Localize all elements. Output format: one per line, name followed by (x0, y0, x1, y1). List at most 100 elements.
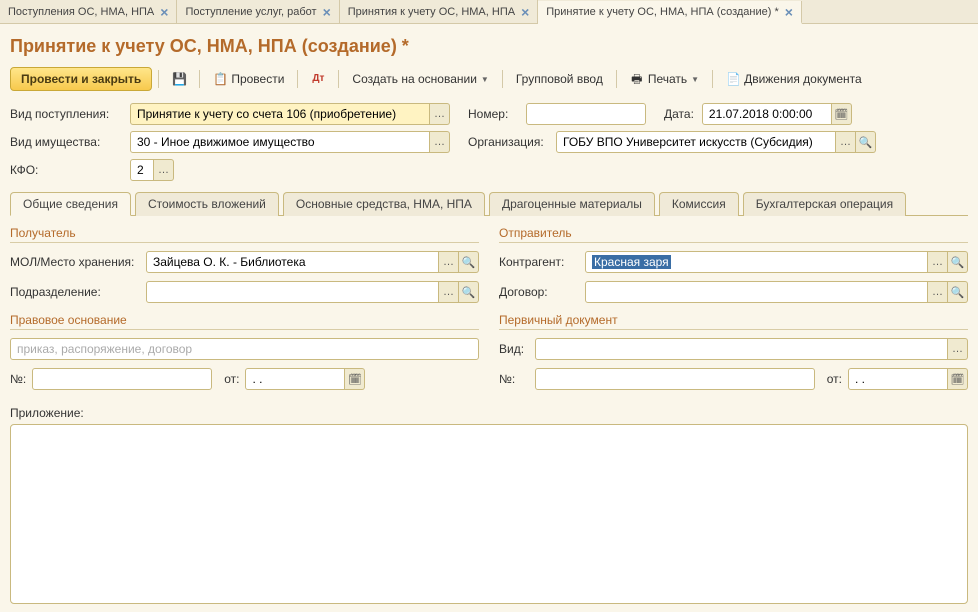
org-label: Организация: (468, 135, 548, 149)
select-button[interactable]: … (948, 338, 968, 360)
dogovor-label: Договор: (499, 285, 579, 299)
select-button[interactable]: … (836, 131, 856, 153)
legal-ot-label: от: (224, 372, 239, 386)
close-icon[interactable]: × (521, 4, 529, 20)
tab-item[interactable]: Принятия к учету ОС, НМА, НПА × (340, 0, 539, 23)
kfo-input[interactable] (130, 159, 154, 181)
select-button[interactable]: … (928, 281, 948, 303)
vid-postupleniya-label: Вид поступления: (10, 107, 122, 121)
vid-imushestva-label: Вид имущества: (10, 135, 122, 149)
chevron-down-icon: ▼ (481, 75, 489, 84)
group-input-label: Групповой ввод (516, 72, 603, 86)
calendar-icon: 🗓 (348, 373, 362, 386)
calendar-button[interactable]: 🗓 (948, 368, 968, 390)
dogovor-input[interactable] (585, 281, 928, 303)
calendar-button[interactable]: 🗓 (345, 368, 365, 390)
legal-num-input[interactable] (32, 368, 212, 390)
mol-label: МОЛ/Место хранения: (10, 255, 140, 269)
legal-group: Правовое основание (10, 313, 479, 330)
kfo-label: КФО: (10, 163, 122, 177)
vid-imushestva-input[interactable] (130, 131, 430, 153)
group-input-button[interactable]: Групповой ввод (509, 68, 610, 90)
print-label: Печать (648, 72, 687, 86)
close-icon[interactable]: × (160, 4, 168, 20)
calendar-icon: 🗓 (834, 108, 848, 121)
inner-tab-commission[interactable]: Комиссия (659, 192, 739, 216)
close-icon[interactable]: × (785, 4, 793, 20)
post-icon: 📋 (213, 72, 227, 86)
open-button[interactable]: 🔍 (856, 131, 876, 153)
primary-ot-label: от: (827, 372, 842, 386)
tab-item-active[interactable]: Принятие к учету ОС, НМА, НПА (создание)… (538, 1, 802, 24)
post-label: Провести (231, 72, 284, 86)
magnifier-icon: 🔍 (951, 286, 965, 299)
separator (297, 70, 298, 88)
select-button[interactable]: … (430, 131, 450, 153)
close-icon[interactable]: × (323, 4, 331, 20)
chevron-down-icon: ▼ (691, 75, 699, 84)
org-input[interactable] (556, 131, 836, 153)
primary-num-input[interactable] (535, 368, 815, 390)
separator (338, 70, 339, 88)
post-and-close-button[interactable]: Провести и закрыть (10, 67, 152, 91)
calendar-button[interactable]: 🗓 (832, 103, 852, 125)
mol-input[interactable] (146, 251, 439, 273)
select-button[interactable]: … (928, 251, 948, 273)
kontr-input-value[interactable]: Красная заря (592, 255, 671, 269)
primary-date-input[interactable] (848, 368, 948, 390)
magnifier-icon: 🔍 (859, 136, 873, 149)
inner-tab-precious[interactable]: Драгоценные материалы (489, 192, 655, 216)
calendar-icon: 🗓 (951, 373, 965, 386)
magnifier-icon: 🔍 (462, 286, 476, 299)
primary-doc-group: Первичный документ (499, 313, 968, 330)
inner-tab-assets[interactable]: Основные средства, НМА, НПА (283, 192, 485, 216)
magnifier-icon: 🔍 (462, 256, 476, 269)
select-button[interactable]: … (154, 159, 174, 181)
dtkt-icon: Дт (311, 72, 325, 86)
open-button[interactable]: 🔍 (459, 251, 479, 273)
recipient-group: Получатель (10, 226, 479, 243)
tab-label: Поступление услуг, работ (185, 6, 316, 18)
primary-num-label: №: (499, 372, 529, 386)
kontr-label: Контрагент: (499, 255, 579, 269)
tab-label: Принятие к учету ОС, НМА, НПА (создание)… (546, 6, 779, 18)
separator (502, 70, 503, 88)
tab-label: Принятия к учету ОС, НМА, НПА (348, 6, 515, 18)
select-button[interactable]: … (439, 281, 459, 303)
separator (158, 70, 159, 88)
post-button[interactable]: 📋 Провести (206, 68, 291, 90)
open-button[interactable]: 🔍 (948, 281, 968, 303)
movements-button[interactable]: 📄 Движения документа (719, 68, 869, 90)
inner-tab-accounting[interactable]: Бухгалтерская операция (743, 192, 906, 216)
printer-icon: 🖶 (630, 72, 644, 86)
separator (712, 70, 713, 88)
podr-input[interactable] (146, 281, 439, 303)
save-button[interactable]: 💾 (165, 68, 193, 90)
nomer-input[interactable] (526, 103, 646, 125)
tab-item[interactable]: Поступление услуг, работ × (177, 0, 339, 23)
date-input[interactable] (702, 103, 832, 125)
separator (616, 70, 617, 88)
primary-vid-input[interactable] (535, 338, 948, 360)
separator (199, 70, 200, 88)
select-button[interactable]: … (430, 103, 450, 125)
create-based-button[interactable]: Создать на основании ▼ (345, 68, 495, 90)
create-based-label: Создать на основании (352, 72, 477, 86)
vid-postupleniya-input[interactable] (130, 103, 430, 125)
inner-tab-general[interactable]: Общие сведения (10, 192, 131, 216)
dt-kt-button[interactable]: Дт (304, 68, 332, 90)
attachment-label: Приложение: (10, 406, 84, 420)
legal-basis-input[interactable] (10, 338, 479, 360)
print-button[interactable]: 🖶 Печать ▼ (623, 68, 706, 90)
nomer-label: Номер: (468, 107, 518, 121)
window-tabbar: Поступления ОС, НМА, НПА × Поступление у… (0, 0, 978, 24)
open-button[interactable]: 🔍 (459, 281, 479, 303)
inner-tab-cost[interactable]: Стоимость вложений (135, 192, 279, 216)
tab-item[interactable]: Поступления ОС, НМА, НПА × (0, 0, 177, 23)
open-button[interactable]: 🔍 (948, 251, 968, 273)
document-icon: 📄 (726, 72, 740, 86)
select-button[interactable]: … (439, 251, 459, 273)
attachment-area[interactable] (10, 424, 968, 604)
legal-date-input[interactable] (245, 368, 345, 390)
sender-group: Отправитель (499, 226, 968, 243)
